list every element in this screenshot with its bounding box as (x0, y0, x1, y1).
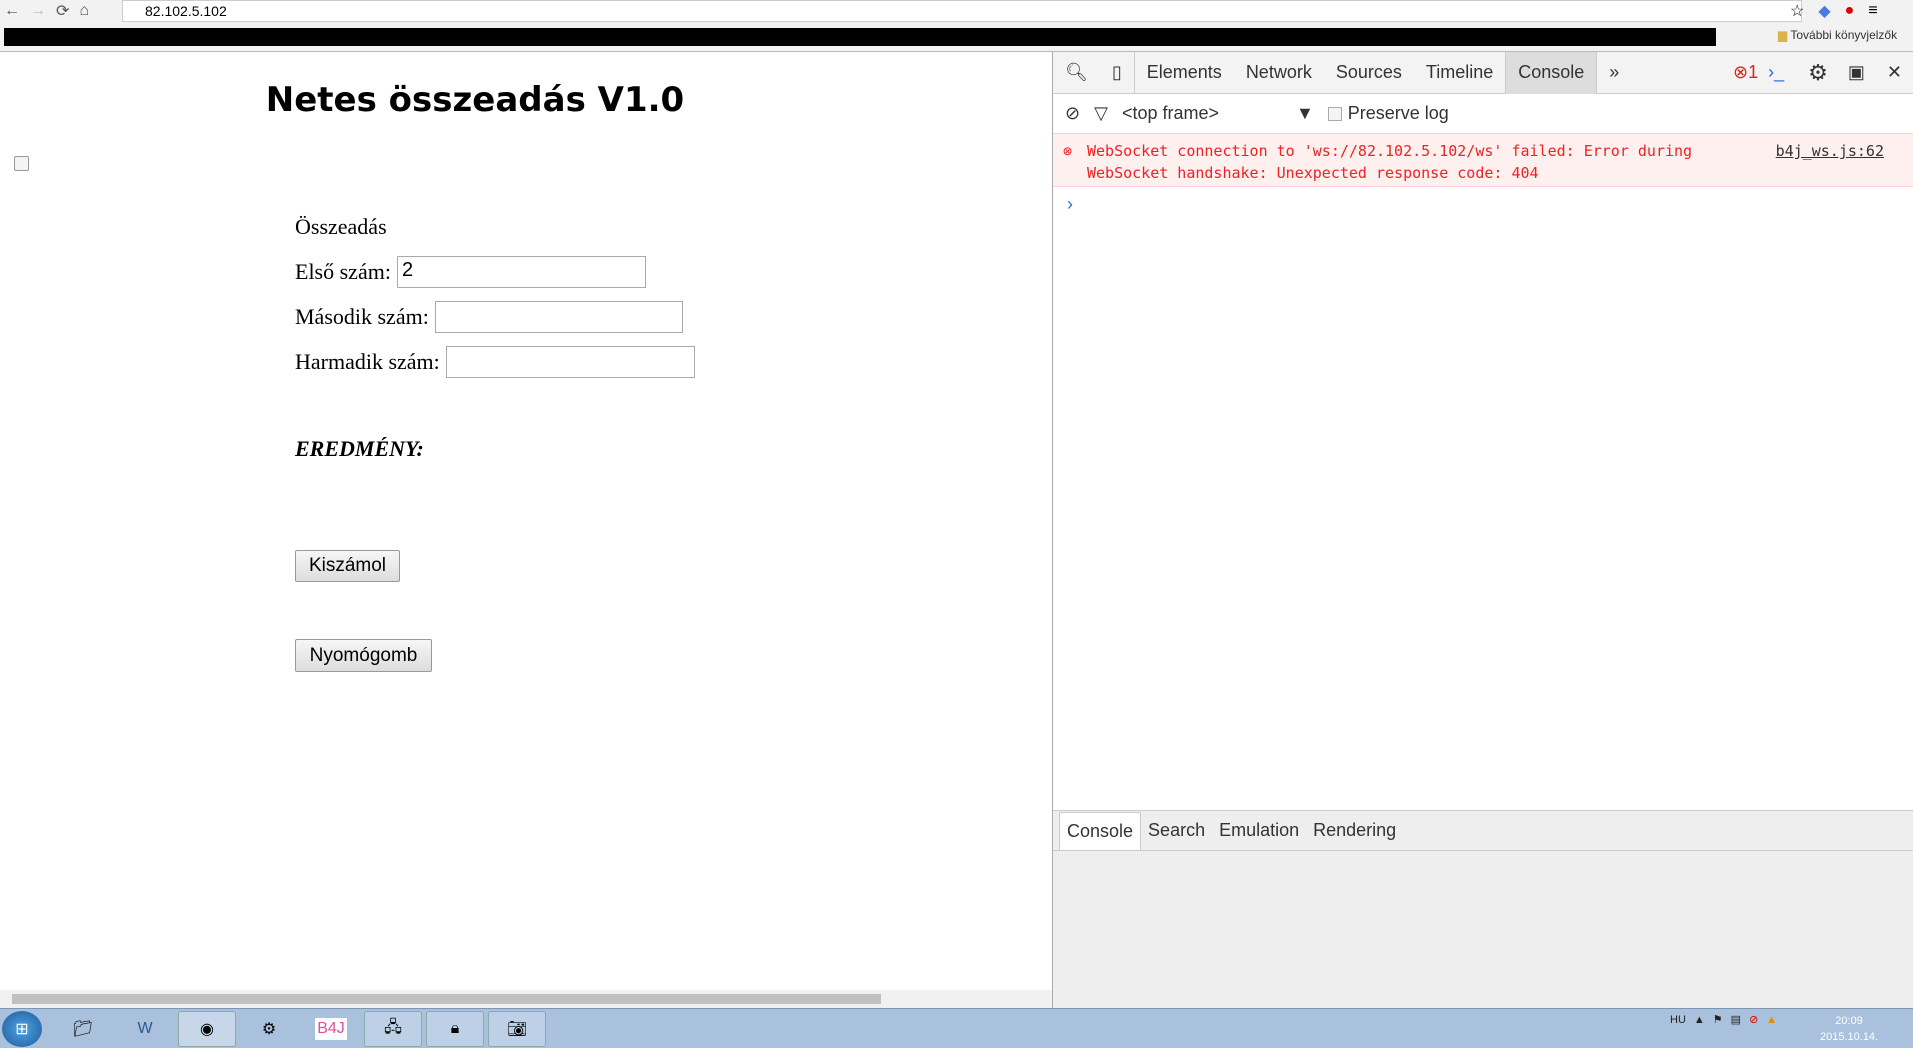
back-icon[interactable]: ← (4, 2, 20, 20)
clock[interactable]: 20:09 2015.10.14. (1820, 1013, 1878, 1045)
drawer-tab-emulation[interactable]: Emulation (1212, 812, 1306, 850)
tab-console[interactable]: Console (1505, 51, 1598, 94)
field-label: Második szám: (295, 304, 429, 329)
word-icon[interactable]: W (116, 1011, 174, 1047)
menu-icon[interactable]: ≡ (1868, 2, 1877, 20)
field-label: Harmadik szám: (295, 349, 440, 374)
clear-console-icon[interactable]: ⊘ (1065, 103, 1080, 124)
address-bar[interactable]: 82.102.5.102 (122, 0, 1802, 22)
devtools-toolbar: 🔍︎ ▯ Elements Network Sources Timeline C… (1053, 51, 1913, 94)
field-row: Harmadik szám: (295, 346, 695, 378)
lock-app-icon[interactable]: 🔒︎ (426, 1011, 484, 1047)
devtools-panel: 🔍︎ ▯ Elements Network Sources Timeline C… (1052, 51, 1913, 1008)
browser-chrome: ← → ⟳ ⌂ 82.102.5.102 ☆ ◆ ● ≡ ▆ További könyvje… (0, 0, 1913, 52)
toolbar-icons: ☆ ◆ ● ≡ (1790, 0, 1878, 22)
home-icon[interactable]: ⌂ (79, 2, 89, 20)
clock-date: 2015.10.14. (1820, 1031, 1879, 1043)
error-source-link[interactable]: b4j_ws.js:62 (1776, 140, 1884, 162)
network-app-icon[interactable]: 🖧︎ (364, 1011, 422, 1047)
first-number-input[interactable]: 2 (396, 256, 646, 288)
flag-icon[interactable]: ⚑ (1713, 1013, 1723, 1026)
inspect-icon[interactable]: 🔍︎ (1053, 52, 1100, 94)
console-drawer-icon[interactable]: ›_ (1768, 62, 1798, 83)
error-counter[interactable]: ⊗1 (1733, 62, 1768, 83)
bookmarks-bar-redacted (4, 28, 1716, 46)
device-mode-icon[interactable]: ▯ (1100, 51, 1135, 94)
settings-icon[interactable]: ⚙ (1798, 60, 1838, 86)
chrome-icon[interactable]: ◉ (178, 1011, 236, 1047)
field-row: Első szám: 2 (295, 256, 646, 288)
network-icon[interactable]: ▤ (1731, 1013, 1741, 1026)
drawer-tabs: Console Search Emulation Rendering (1053, 811, 1913, 851)
second-number-input[interactable] (434, 301, 683, 333)
explorer-icon[interactable]: 📁︎ (54, 1011, 112, 1047)
language-indicator[interactable]: HU (1670, 1014, 1686, 1026)
b4j-label: B4J (315, 1018, 347, 1040)
folder-icon: ▆ (1778, 28, 1788, 42)
tab-elements[interactable]: Elements (1135, 52, 1234, 94)
filter-icon[interactable]: ▽ (1094, 103, 1108, 124)
camera-app-icon[interactable]: 📷︎ (488, 1011, 546, 1047)
third-number-input[interactable] (445, 346, 695, 378)
preserve-log-label: Preserve log (1347, 103, 1449, 123)
push-button[interactable]: Nyomógomb (295, 639, 432, 672)
console-prompt[interactable]: › (1067, 194, 1073, 215)
extension-icon[interactable]: ● (1845, 2, 1855, 20)
nav-buttons: ← → ⟳ ⌂ (4, 0, 89, 22)
scrollbar-thumb[interactable] (12, 994, 881, 1004)
section-label: Összeadás (295, 214, 387, 239)
devtools-drawer: Console Search Emulation Rendering (1053, 810, 1913, 1008)
error-icon: ⊗ (1733, 62, 1749, 82)
more-bookmarks[interactable]: ▆ További könyvjelzők (1778, 28, 1897, 42)
field-row: Második szám: (295, 301, 683, 333)
update-icon[interactable]: ▲ (1766, 1014, 1777, 1026)
translate-icon[interactable]: ◆ (1818, 1, 1830, 21)
field-label: Első szám: (295, 259, 391, 284)
system-tray: HU ▲ ⚑ ▤ ⊘ ▲ (1670, 1013, 1777, 1027)
page-title: Netes összeadás V1.0 (265, 80, 685, 120)
volume-icon[interactable]: ⊘ (1749, 1013, 1758, 1026)
reload-icon[interactable]: ⟳ (56, 1, 69, 21)
start-button[interactable]: ⊞ (2, 1011, 42, 1047)
error-message: WebSocket connection to 'ws://82.102.5.1… (1087, 142, 1693, 182)
more-bookmarks-label: További könyvjelzők (1790, 28, 1898, 42)
horizontal-scrollbar[interactable] (0, 990, 1052, 1008)
result-label: EREDMÉNY: (295, 436, 424, 461)
console-toolbar: ⊘ ▽ <top frame> ▼ Preserve log (1053, 94, 1913, 134)
error-icon: ⊗ (1063, 142, 1073, 160)
frame-select[interactable]: <top frame> (1122, 103, 1282, 124)
preserve-log-checkbox[interactable]: Preserve log (1327, 103, 1449, 124)
checkbox[interactable] (1327, 106, 1342, 121)
more-tabs[interactable]: » (1597, 52, 1631, 94)
star-icon[interactable]: ☆ (1790, 1, 1804, 21)
forward-icon[interactable]: → (30, 2, 46, 20)
show-hidden-icon[interactable]: ▲ (1694, 1014, 1705, 1026)
web-page: Netes összeadás V1.0 Összeadás Első szám… (0, 52, 1052, 1008)
drawer-tab-console[interactable]: Console (1059, 811, 1142, 850)
tab-sources[interactable]: Sources (1324, 52, 1414, 94)
drawer-tab-search[interactable]: Search (1141, 812, 1212, 850)
dropdown-icon[interactable]: ▼ (1296, 103, 1314, 124)
drawer-tab-rendering[interactable]: Rendering (1306, 812, 1403, 850)
b4j-icon[interactable]: B4J (302, 1011, 360, 1047)
checkbox[interactable] (14, 156, 29, 171)
app-icon[interactable]: ⚙ (240, 1011, 298, 1047)
tab-timeline[interactable]: Timeline (1414, 52, 1505, 94)
error-count: 1 (1748, 62, 1759, 82)
calculate-button[interactable]: Kiszámol (295, 550, 400, 582)
dock-icon[interactable]: ▣ (1838, 62, 1875, 83)
tab-network[interactable]: Network (1234, 52, 1324, 94)
close-icon[interactable]: ✕ (1875, 62, 1913, 83)
taskbar: ⊞ 📁︎ W ◉ ⚙ B4J 🖧︎ 🔒︎ 📷︎ HU ▲ ⚑ ▤ ⊘ ▲ 20:… (0, 1008, 1913, 1048)
console-error: ⊗ WebSocket connection to 'ws://82.102.5… (1053, 134, 1913, 187)
clock-time: 20:09 (1835, 1015, 1863, 1027)
